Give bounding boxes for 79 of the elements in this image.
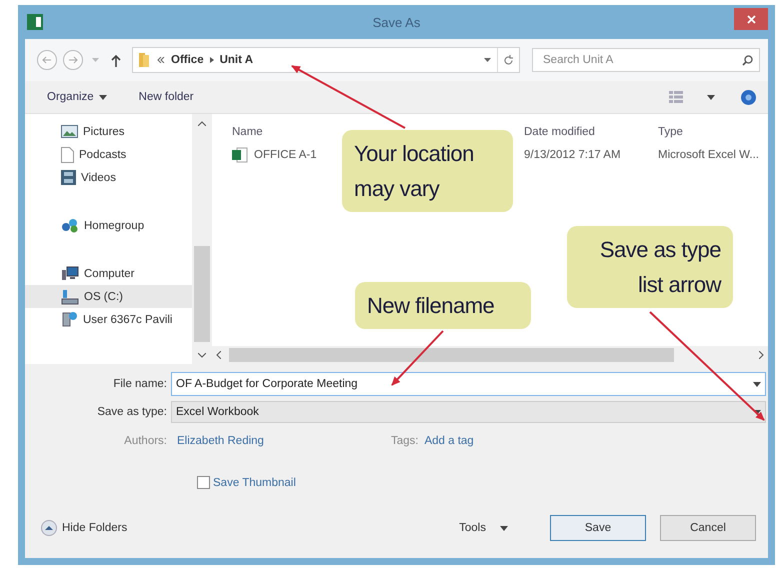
search-field[interactable]: Search Unit A [532, 48, 760, 72]
pictures-icon [61, 125, 78, 138]
breadcrumb[interactable]: Office [171, 54, 204, 66]
nav-item[interactable]: Homegroup [25, 214, 192, 237]
type-cell-text: Microsoft Excel W... [658, 149, 760, 161]
file-name-input[interactable]: OF A-Budget for Corporate Meeting [176, 378, 753, 390]
column-header[interactable]: Type [658, 126, 683, 140]
scroll-down-icon [198, 352, 206, 358]
nav-item[interactable]: OS (C:) [25, 285, 192, 308]
caret-icon [484, 58, 491, 62]
date-cell-text: 9/13/2012 7:17 AM [524, 149, 622, 161]
nav-item[interactable]: Pictures [25, 120, 192, 143]
breadcrumb[interactable]: Unit A [220, 54, 254, 66]
toolbar-button[interactable]: Organize [45, 89, 109, 105]
field-label: Tags: [390, 435, 418, 447]
address-bar[interactable]: Office Unit A [132, 47, 520, 73]
dialog-button[interactable]: Save [550, 515, 646, 541]
authors-link[interactable]: Elizabeth Reding [171, 435, 264, 447]
hide-folders-button[interactable]: Hide Folders [41, 520, 128, 536]
horizontal-scrollbar[interactable] [212, 346, 768, 364]
nav-item[interactable]: User 6367c Pavili [25, 308, 192, 331]
callout: Your location may vary [342, 130, 513, 212]
drive-icon [61, 288, 79, 304]
recent-locations-button[interactable] [89, 58, 102, 62]
dropdown-caret-icon [753, 382, 761, 386]
field-label: Save as type: [96, 406, 168, 418]
back-arrow-icon [42, 56, 52, 64]
save-as-type-dropdown[interactable]: Excel Workbook [171, 401, 766, 423]
spreadsheet-file-icon [232, 147, 248, 163]
callout: Save as type list arrow [567, 226, 733, 308]
file-name-field[interactable]: OF A-Budget for Corporate Meeting [171, 372, 766, 396]
close-button[interactable] [734, 8, 768, 30]
column-header[interactable]: Date modified [524, 126, 595, 140]
caret-icon [500, 526, 508, 530]
forward-button[interactable] [63, 50, 83, 70]
network-drive-icon [61, 311, 78, 328]
film-icon [61, 170, 76, 185]
forward-arrow-icon [68, 56, 78, 64]
search-input[interactable]: Search Unit A [541, 53, 742, 67]
up-arrow-icon [111, 54, 121, 66]
document-icon [61, 146, 74, 162]
column-header[interactable]: Name [232, 126, 263, 140]
toolbar-button[interactable]: New folder [136, 89, 196, 105]
search-icon [742, 54, 753, 66]
vertical-scrollbar[interactable] [192, 114, 212, 364]
collapse-up-icon [41, 520, 57, 536]
back-button[interactable] [37, 50, 57, 70]
nav-item[interactable]: Videos [25, 166, 192, 189]
nav-item[interactable]: Podcasts [25, 143, 192, 166]
view-grid-icon [669, 91, 683, 103]
caret-icon [707, 94, 715, 100]
close-icon [746, 14, 756, 24]
scroll-right-icon [759, 351, 764, 359]
chevron-icon [210, 57, 214, 63]
double-chevron-icon [157, 57, 165, 63]
callout: New filename [355, 282, 531, 329]
computer-icon [61, 266, 79, 281]
scroll-up-icon [198, 120, 206, 126]
checkbox[interactable] [197, 476, 210, 489]
file-name[interactable]: OFFICE A-1 [254, 149, 317, 161]
window-title: Save As [372, 14, 420, 30]
refresh-icon [503, 54, 514, 66]
nav-item[interactable]: Computer [25, 262, 192, 285]
help-button[interactable] [739, 88, 758, 106]
dropdown-caret-icon [753, 410, 761, 414]
arrow [391, 330, 444, 386]
caret-icon [92, 58, 99, 62]
spreadsheet-app-icon [27, 14, 43, 30]
folder-icon [137, 52, 151, 68]
field-label: Authors: [123, 435, 168, 447]
tools-button[interactable]: Tools [453, 521, 514, 535]
checkbox-label[interactable]: Save Thumbnail [213, 476, 296, 488]
dialog-button[interactable]: Cancel [660, 515, 756, 541]
help-icon [741, 90, 756, 104]
homegroup-icon [61, 218, 79, 233]
view-options-button[interactable] [667, 89, 717, 105]
tags-link[interactable]: Add a tag [418, 435, 474, 447]
field-label: File name: [112, 378, 168, 390]
scroll-left-icon [216, 351, 221, 359]
